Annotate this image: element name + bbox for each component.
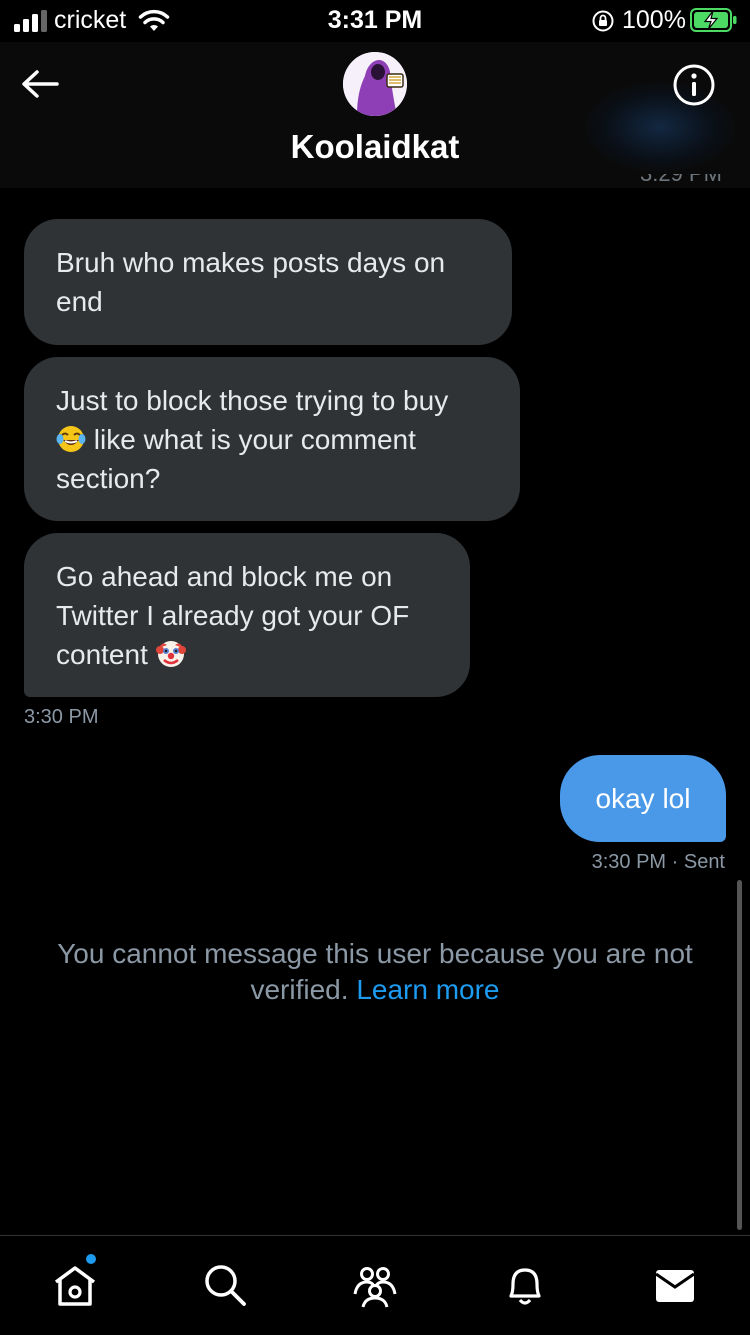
search-icon[interactable] [200, 1260, 250, 1310]
message-text: like what is your comment section? [56, 424, 416, 494]
received-message[interactable]: Go ahead and block me on Twitter I alrea… [24, 533, 470, 697]
battery-charging-icon [690, 8, 737, 32]
notification-dot [86, 1254, 96, 1264]
conversation-header: Koolaidkat [0, 42, 750, 188]
info-icon[interactable] [672, 63, 716, 107]
avatar[interactable] [343, 52, 407, 116]
home-icon[interactable] [50, 1260, 100, 1310]
message-text: Bruh who makes posts days on end [56, 247, 446, 317]
contact-name[interactable]: Koolaidkat [0, 128, 750, 166]
received-message[interactable]: Just to block those trying to buy like w… [24, 357, 520, 521]
communities-icon[interactable] [350, 1260, 400, 1310]
sent-message[interactable]: okay lol [560, 755, 726, 842]
battery-percent: 100% [622, 6, 686, 34]
rotation-lock-icon [592, 10, 614, 32]
message-text: Just to block those trying to buy [56, 385, 449, 416]
avatar-image [343, 52, 407, 116]
message-text: okay lol [595, 783, 691, 814]
messages-icon[interactable] [650, 1260, 700, 1310]
notifications-bell-icon[interactable] [500, 1260, 550, 1310]
sent-timestamp: 3:30 PM · Sent [591, 851, 725, 873]
learn-more-link[interactable]: Learn more [356, 974, 499, 1005]
scrollbar[interactable] [737, 880, 742, 1230]
bottom-tab-bar [0, 1235, 750, 1335]
received-timestamp: 3:30 PM [24, 706, 99, 728]
back-arrow-icon[interactable] [20, 68, 60, 100]
partial-timestamp: 3:29 PM [640, 174, 722, 186]
tears-of-joy-emoji-icon [56, 426, 86, 452]
cannot-message-notice: You cannot message this user because you… [30, 936, 720, 1008]
message-text: Go ahead and block me on Twitter I alrea… [56, 561, 410, 670]
status-bar: cricket 3:31 PM 100% [0, 0, 750, 42]
clown-face-emoji-icon [155, 641, 186, 667]
received-message[interactable]: Bruh who makes posts days on end [24, 219, 512, 345]
